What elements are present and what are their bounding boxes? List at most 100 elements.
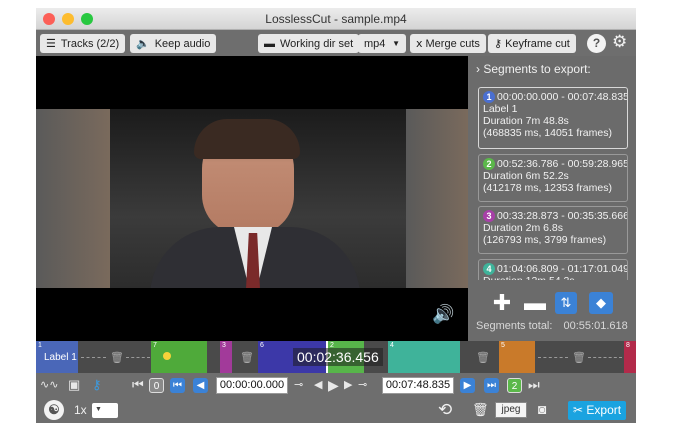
merge-cuts-button[interactable]: ⅹ Merge cuts (410, 34, 486, 53)
trash-icon[interactable]: 🗑 (472, 402, 489, 418)
timeline-segment[interactable]: 3 (220, 341, 232, 373)
add-segment-icon[interactable]: ✚ (490, 291, 514, 315)
help-button[interactable]: ? (587, 34, 606, 53)
timeline-segment[interactable]: 4 (388, 341, 460, 373)
keep-audio-button[interactable]: 🔈 Keep audio (130, 34, 217, 53)
segment-number: 3 (483, 210, 495, 222)
key-icon[interactable]: ⚷ (92, 377, 102, 393)
segment-range: 00:52:36.786 - 00:59:28.965 (497, 158, 628, 170)
timeline-segment-number: 3 (222, 342, 226, 349)
start-segment-number[interactable]: 0 (149, 378, 164, 393)
rotate-icon[interactable]: ⟲ (438, 400, 452, 420)
segment-range: 00:33:28.873 - 00:35:35.666 (497, 210, 628, 222)
jump-cut-end-icon[interactable]: ⏭ (484, 378, 499, 393)
segment-detail: (126793 ms, 3799 frames) (483, 234, 607, 246)
top-toolbar: ☰ Tracks (2/2) 🔈 Keep audio ▬ Working di… (36, 30, 636, 56)
window-title: LosslessCut - sample.mp4 (265, 12, 407, 26)
chevron-right-icon: › (476, 62, 480, 76)
speaker-icon: 🔈 (136, 38, 150, 50)
timeline-gap (588, 357, 622, 358)
key-icon: ⚷ (494, 38, 503, 50)
volume-icon[interactable]: 🔊 (432, 304, 454, 325)
cut-start-time-input[interactable]: 00:00:00.000 (216, 377, 288, 394)
keyframe-prev-icon[interactable]: ⊸ (294, 377, 303, 393)
trash-icon[interactable]: 🗑 (572, 351, 586, 364)
remove-segment-icon[interactable]: ▬ (523, 291, 547, 315)
tracks-button[interactable]: ☰ Tracks (2/2) (40, 34, 126, 53)
set-cut-start-icon[interactable]: ◀ (193, 378, 208, 393)
tag-icon[interactable]: ◆ (589, 292, 613, 314)
set-cut-end-icon[interactable]: ▶ (460, 378, 475, 393)
trash-icon[interactable]: 🗑 (110, 351, 124, 364)
video-player[interactable] (36, 56, 468, 288)
trash-icon[interactable]: 🗑 (476, 351, 490, 364)
folder-icon: ▬ (264, 37, 275, 50)
segment-duration: Duration 7m 48.8s (483, 115, 569, 127)
export-button[interactable]: ✂ Export (568, 401, 627, 420)
timeline-segment[interactable]: 5 (499, 341, 535, 373)
working-dir-button[interactable]: ▬ Working dir set (258, 34, 360, 53)
speed-label: 1x (74, 403, 87, 417)
app-window: LosslessCut - sample.mp4 ☰ Tracks (2/2) … (36, 8, 636, 423)
image-icon[interactable]: ▣ (68, 377, 80, 393)
segment-item-1[interactable]: 1 00:00:00.000 - 00:07:48.835 Label 1 Dur… (478, 87, 628, 149)
speed-select[interactable]: ▼ (92, 403, 118, 418)
current-time: 00:02:36.456 (293, 348, 383, 366)
segment-detail: (468835 ms, 14051 frames) (483, 127, 612, 139)
timeline-gap (81, 357, 106, 358)
jump-cut-start-icon[interactable]: ⏮ (170, 378, 185, 393)
working-dir-label: Working dir set (280, 37, 354, 50)
keyframe-next-icon[interactable]: ⊸ (358, 377, 367, 393)
video-lower-area (36, 288, 468, 341)
segments-total-label: Segments total: (476, 320, 553, 332)
segment-label: Label 1 (483, 103, 518, 115)
segments-header-label: Segments to export: (483, 62, 591, 76)
video-frame-main (110, 109, 406, 288)
video-frame-right (406, 109, 468, 288)
segment-item-2[interactable]: 2 00:52:36.786 - 00:59:28.965 Duration 6m… (478, 154, 628, 202)
frame-forward-icon[interactable]: ▶ (344, 377, 352, 393)
segment-number: 4 (483, 263, 495, 275)
segment-number: 2 (483, 158, 495, 170)
chevron-down-icon: ▼ (392, 39, 400, 48)
playback-controls: ∿∿ ▣ ⚷ ⏮ 0 ⏮ ◀ 00:00:00.000 ⊸ ◀ ▶ ▶ ⊸ 00… (36, 373, 636, 397)
timeline-segment-number: 1 (38, 342, 42, 349)
timeline-gap (538, 357, 568, 358)
trash-icon[interactable]: 🗑 (240, 351, 254, 364)
tracks-label: Tracks (2/2) (60, 37, 120, 50)
jump-start-icon[interactable]: ⏮ (132, 377, 144, 393)
keep-audio-label: Keep audio (154, 37, 211, 50)
merge-icon: ⅹ (416, 38, 423, 50)
keyframe-cut-button[interactable]: ⚷ Keyframe cut (488, 34, 576, 53)
sort-segments-icon[interactable]: ⇅ (555, 292, 577, 314)
jump-end-icon[interactable]: ⏭ (528, 377, 540, 393)
timeline-segment-label: Label 1 (44, 352, 77, 363)
format-value: mp4 (364, 37, 386, 50)
timeline-segment-number: 5 (501, 342, 505, 349)
segments-header[interactable]: › Segments to export: (476, 62, 591, 76)
gear-icon[interactable]: ⚙ (612, 32, 627, 52)
cut-end-time-input[interactable]: 00:07:48.835 (382, 377, 454, 394)
title-bar: LosslessCut - sample.mp4 (36, 8, 636, 30)
scissors-icon: ✂ (573, 403, 584, 417)
play-icon[interactable]: ▶ (328, 377, 339, 393)
chevron-down-icon: ▼ (95, 406, 102, 413)
timeline[interactable]: 1 Label 1 🗑 7 3 🗑 6 2 4 🗑 5 🗑 8 00:02:36… (36, 341, 636, 373)
timeline-segment[interactable]: 7 (151, 341, 207, 373)
capture-format-select[interactable]: jpeg (495, 402, 527, 418)
end-segment-number[interactable]: 2 (507, 378, 522, 393)
segment-range: 00:00:00.000 - 00:07:48.835 (497, 91, 628, 103)
yinyang-icon[interactable]: ☯ (44, 400, 64, 420)
timeline-segment-number: 7 (153, 342, 157, 349)
frame-back-icon[interactable]: ◀ (314, 377, 322, 393)
camera-icon[interactable]: ◙ (538, 401, 546, 417)
waveform-icon[interactable]: ∿∿ (40, 377, 58, 393)
video-frame-left (36, 109, 110, 288)
segment-item-3[interactable]: 3 00:33:28.873 - 00:35:35.666 Duration 2m… (478, 206, 628, 254)
timeline-segment[interactable]: 1 Label 1 (36, 341, 78, 373)
timeline-segment-number: 6 (260, 342, 264, 349)
format-select[interactable]: mp4 ▼ (358, 34, 406, 53)
timeline-segment[interactable]: 8 (624, 341, 636, 373)
marker-dot (163, 352, 171, 360)
video-hair (194, 119, 300, 159)
